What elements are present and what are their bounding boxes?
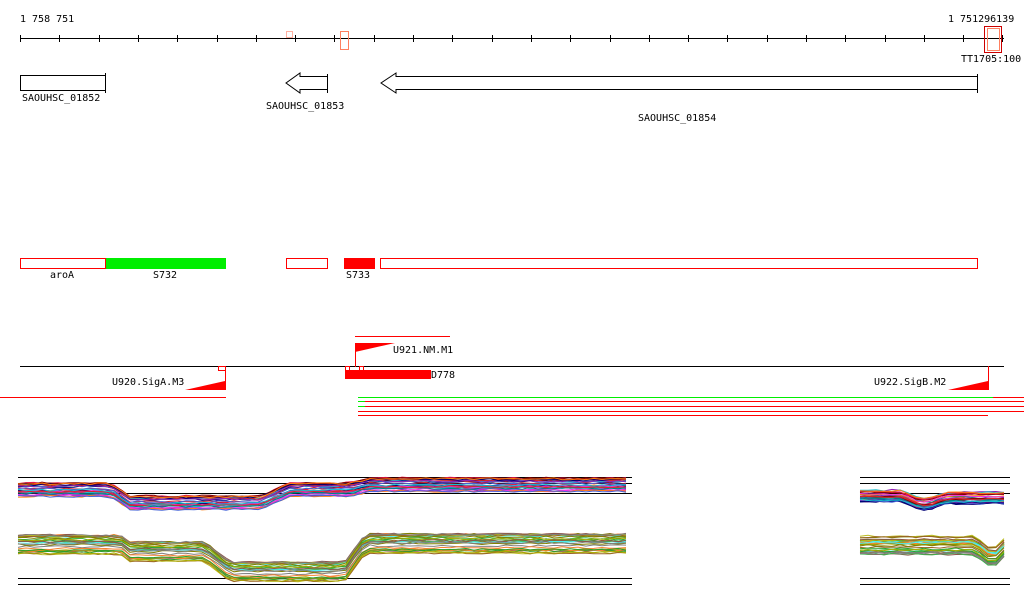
promoter-mark [345, 366, 350, 371]
ruler-marker[interactable] [286, 31, 293, 38]
feature-box[interactable] [20, 258, 106, 269]
promoter-box[interactable] [345, 370, 431, 379]
gene-arrow[interactable] [380, 72, 978, 94]
feature-box[interactable] [380, 258, 978, 269]
ruler-start-label: 1 758 751 [20, 14, 75, 25]
promoter-label[interactable]: U920.SigA.M3 [112, 377, 184, 389]
gene-label[interactable]: SAOUHSC_01852 [22, 93, 100, 105]
tracks-canvas [0, 26, 1024, 585]
ruler-marker[interactable] [340, 31, 349, 50]
promoter-triangle[interactable] [185, 381, 225, 390]
feature-box[interactable] [106, 258, 226, 269]
gene-label[interactable]: SAOUHSC_01853 [266, 101, 344, 113]
feature-label[interactable]: S733 [346, 270, 370, 282]
promoter-triangle[interactable] [355, 343, 395, 352]
gene-label[interactable]: SAOUHSC_01854 [638, 113, 716, 125]
gene-arrow[interactable] [20, 73, 106, 93]
genome-browser: 1 758 751 1 751296139 TT1705:100 SAOUHSC… [0, 0, 1024, 611]
feature-box[interactable] [286, 258, 328, 269]
feature-box[interactable] [344, 258, 375, 269]
ruler-end-label: 1 751296139 [948, 14, 1015, 25]
marker-label[interactable]: TT1705:100 [961, 54, 1021, 66]
gene-arrow[interactable] [285, 72, 328, 94]
feature-label[interactable]: aroA [50, 270, 74, 282]
feature-label[interactable]: S732 [153, 270, 177, 282]
ruler-marker[interactable] [987, 28, 1000, 51]
promoter-mark [218, 366, 226, 371]
promoter-triangle[interactable] [948, 381, 988, 390]
promoter-label[interactable]: D778 [431, 370, 455, 382]
promoter-label[interactable]: U921.NM.M1 [393, 345, 453, 357]
promoter-label[interactable]: U922.SigB.M2 [874, 377, 946, 389]
promoter-mark [359, 366, 364, 371]
